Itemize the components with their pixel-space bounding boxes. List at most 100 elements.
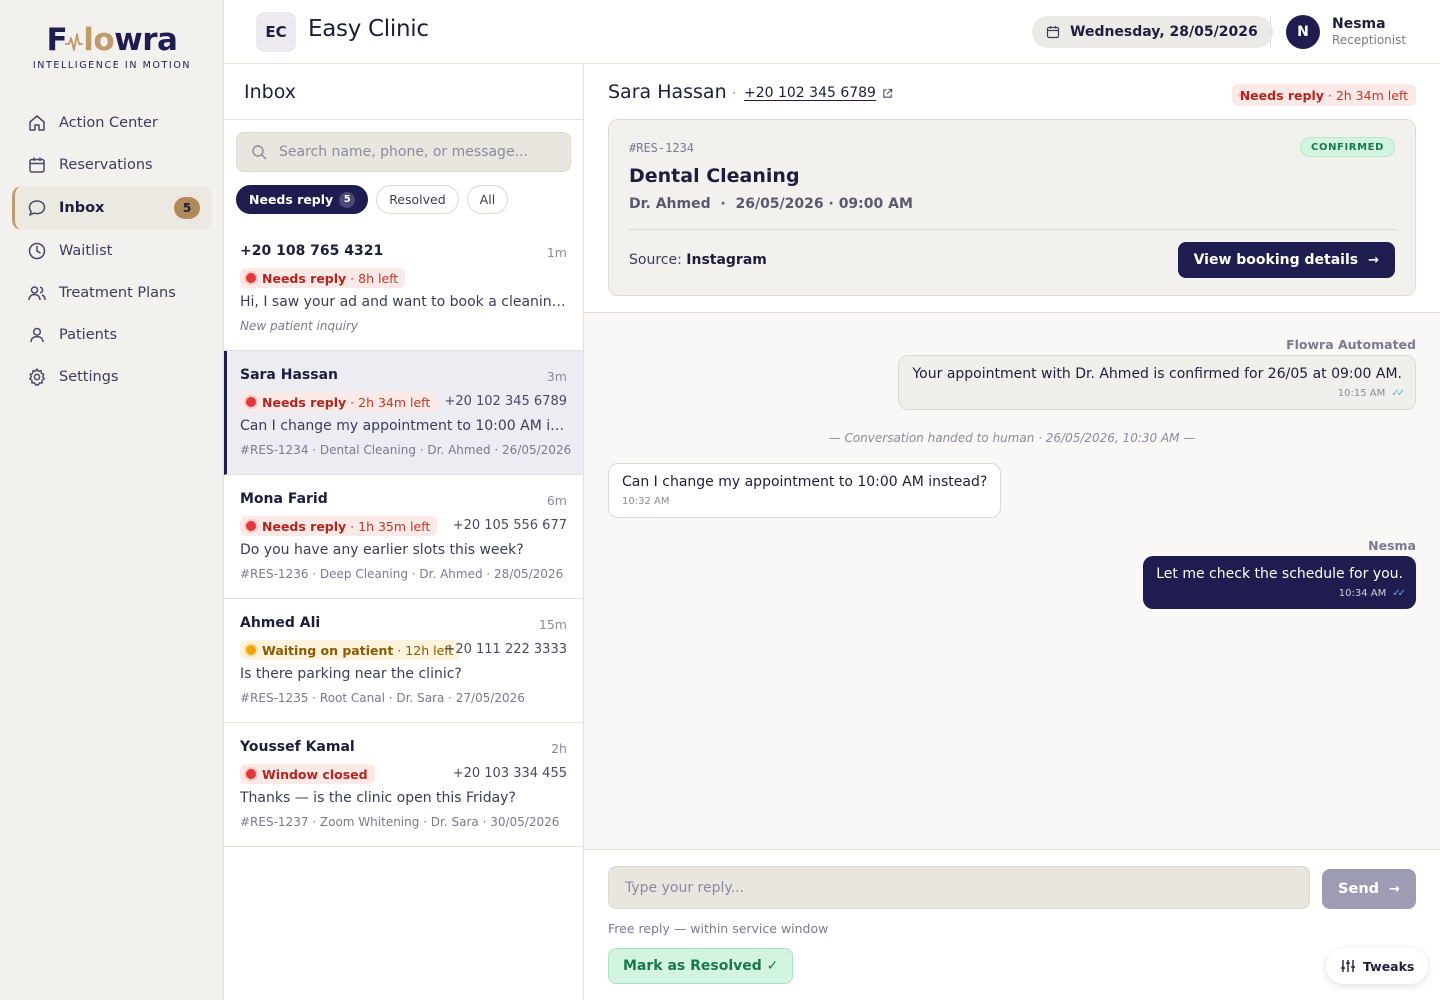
sidebar-item-reservations[interactable]: Reservations <box>12 144 212 186</box>
conversation-name: Sara Hassan <box>240 367 338 383</box>
sidebar-item-label: Treatment Plans <box>59 285 176 301</box>
sidebar-item-inbox[interactable]: Inbox 5 <box>12 186 212 230</box>
status-badge: Needs reply · 1h 35m left <box>240 516 438 536</box>
status-label: Needs reply <box>262 518 347 534</box>
filter-label: All <box>479 192 496 207</box>
sidebar-item-label: Action Center <box>59 115 158 131</box>
search-input[interactable] <box>279 144 559 160</box>
message-text: Your appointment with Dr. Ahmed is confi… <box>912 366 1402 382</box>
time-left: · 8h left <box>350 270 399 286</box>
conversation-time: 1m <box>546 245 567 260</box>
time-left: · 1h 35m left <box>350 518 431 534</box>
conversation-preview: Can I change my appointment to 10:00 AM … <box>240 418 567 434</box>
sliders-icon <box>1341 960 1355 972</box>
clinic-name: Easy Clinic <box>308 16 429 42</box>
sidebar-item-settings[interactable]: Settings <box>12 356 212 398</box>
button-label: View booking details <box>1193 252 1359 268</box>
search-box[interactable] <box>236 132 571 172</box>
sidebar-item-label: Reservations <box>59 157 153 173</box>
sidebar-item-label: Waitlist <box>59 243 113 259</box>
booking-subtitle: Dr. Ahmed · 26/05/2026 · 09:00 AM <box>629 196 913 212</box>
reply-input[interactable] <box>608 866 1310 909</box>
logo-wordmark: Flo wra <box>46 22 178 58</box>
outgoing-message-bubble: Let me check the schedule for you. 10:34… <box>1143 556 1416 609</box>
chat-thread[interactable]: Flowra Automated Your appointment with D… <box>584 312 1440 850</box>
calendar-icon <box>1046 26 1060 39</box>
status-label: Needs reply <box>1239 87 1324 103</box>
avatar[interactable]: N <box>1286 15 1320 49</box>
booking-source: Source: Instagram <box>629 252 767 268</box>
clock-icon <box>28 242 46 260</box>
booking-status-badge: CONFIRMED <box>1300 137 1395 157</box>
booking-title: Dental Cleaning <box>629 165 800 187</box>
time-left: · 2h 34m left <box>350 394 431 410</box>
arrow-right-icon: → <box>1389 881 1400 897</box>
send-button[interactable]: Send → <box>1322 869 1416 909</box>
conversation-name: Ahmed Ali <box>240 615 321 631</box>
sidebar-item-waitlist[interactable]: Waitlist <box>12 230 212 272</box>
conversation-preview: Do you have any earlier slots this week? <box>240 542 524 558</box>
conversation-time: 3m <box>546 369 567 384</box>
conversation-item[interactable]: Youssef Kamal 2h Window closed +20 103 3… <box>224 723 583 847</box>
tweaks-button[interactable]: Tweaks <box>1326 948 1429 984</box>
conversation-time: 15m <box>538 617 567 632</box>
conversation-meta: #RES-1236 · Deep Cleaning · Dr. Ahmed · … <box>240 567 564 581</box>
double-check-icon: ✓✓ <box>1392 588 1406 599</box>
filter-label: Resolved <box>389 192 446 207</box>
booking-id: #RES-1234 <box>629 141 695 155</box>
status-badge: Needs reply · 8h left <box>240 268 406 288</box>
conversation-item[interactable]: Ahmed Ali 15m Waiting on patient · 12h l… <box>224 599 583 723</box>
conversation-item[interactable]: Mona Farid 6m Needs reply · 1h 35m left … <box>224 475 583 599</box>
automated-sender-label: Flowra Automated <box>1286 337 1416 352</box>
filter-all[interactable]: All <box>466 185 509 214</box>
status-dot-icon <box>246 521 256 531</box>
pulse-icon <box>65 33 84 51</box>
calendar-icon <box>29 157 45 173</box>
sidebar-item-label: Inbox <box>59 200 105 216</box>
source-value: Instagram <box>686 252 767 268</box>
filter-label: Needs reply <box>249 192 334 207</box>
inbox-panel: Inbox Needs reply 5 Resolved All +20 108… <box>224 64 584 1000</box>
conversation-item[interactable]: +20 108 765 4321 1m Needs reply · 8h lef… <box>224 227 583 351</box>
conversation-item-selected[interactable]: Sara Hassan 3m Needs reply · 2h 34m left… <box>224 351 583 475</box>
separator-dot: · <box>732 86 736 100</box>
contact-phone: +20 102 345 6789 <box>744 85 876 101</box>
conversation-time: 6m <box>546 493 567 508</box>
handoff-notice: — Conversation handed to human · 26/05/2… <box>828 431 1196 445</box>
time-text: 10:15 AM <box>1337 388 1386 399</box>
conversation-phone: +20 105 556 677 <box>452 518 567 533</box>
home-icon <box>29 115 45 131</box>
conversation-phone: +20 102 345 6789 <box>444 394 567 409</box>
sidebar-nav: Action Center Reservations Inbox 5 Waitl… <box>12 102 212 398</box>
sidebar-item-action-center[interactable]: Action Center <box>12 102 212 144</box>
inbox-title: Inbox <box>244 81 296 103</box>
mark-as-resolved-button[interactable]: Mark as Resolved ✓ <box>608 948 794 984</box>
status-label: Needs reply <box>262 270 347 286</box>
filter-needs-reply[interactable]: Needs reply 5 <box>236 185 369 214</box>
clinic-initials-badge[interactable]: EC <box>256 12 296 52</box>
filter-resolved[interactable]: Resolved <box>376 185 459 214</box>
status-badge: Window closed <box>240 764 375 784</box>
conversation-phone: +20 111 222 3333 <box>444 642 567 657</box>
divider <box>629 229 1396 230</box>
status-badge: Needs reply · 2h 34m left <box>1231 84 1416 106</box>
date-pill[interactable]: Wednesday, 28/05/2026 <box>1032 16 1273 48</box>
user-name: Nesma <box>1332 16 1386 32</box>
divider <box>224 119 583 120</box>
user-role: Receptionist <box>1332 33 1407 47</box>
filter-pills: Needs reply 5 Resolved All <box>236 185 516 214</box>
contact-phone-link[interactable]: +20 102 345 6789 <box>744 85 893 101</box>
booking-card: #RES-1234 CONFIRMED Dental Cleaning Dr. … <box>608 119 1416 296</box>
automated-message-bubble: Your appointment with Dr. Ahmed is confi… <box>898 355 1416 410</box>
conversation-name: Mona Farid <box>240 491 328 507</box>
status-label: Waiting on patient <box>262 642 394 658</box>
logo[interactable]: Flo wra INTELLIGENCE IN MOTION <box>0 22 224 71</box>
contact-name: Sara Hassan <box>608 81 727 103</box>
sidebar-item-patients[interactable]: Patients <box>12 314 212 356</box>
tweaks-label: Tweaks <box>1363 958 1415 974</box>
external-link-icon <box>883 88 893 98</box>
gear-icon <box>29 368 45 386</box>
sidebar-item-treatment-plans[interactable]: Treatment Plans <box>12 272 212 314</box>
booking-datetime: 26/05/2026 · 09:00 AM <box>735 196 913 212</box>
view-booking-details-button[interactable]: View booking details → <box>1177 242 1395 278</box>
